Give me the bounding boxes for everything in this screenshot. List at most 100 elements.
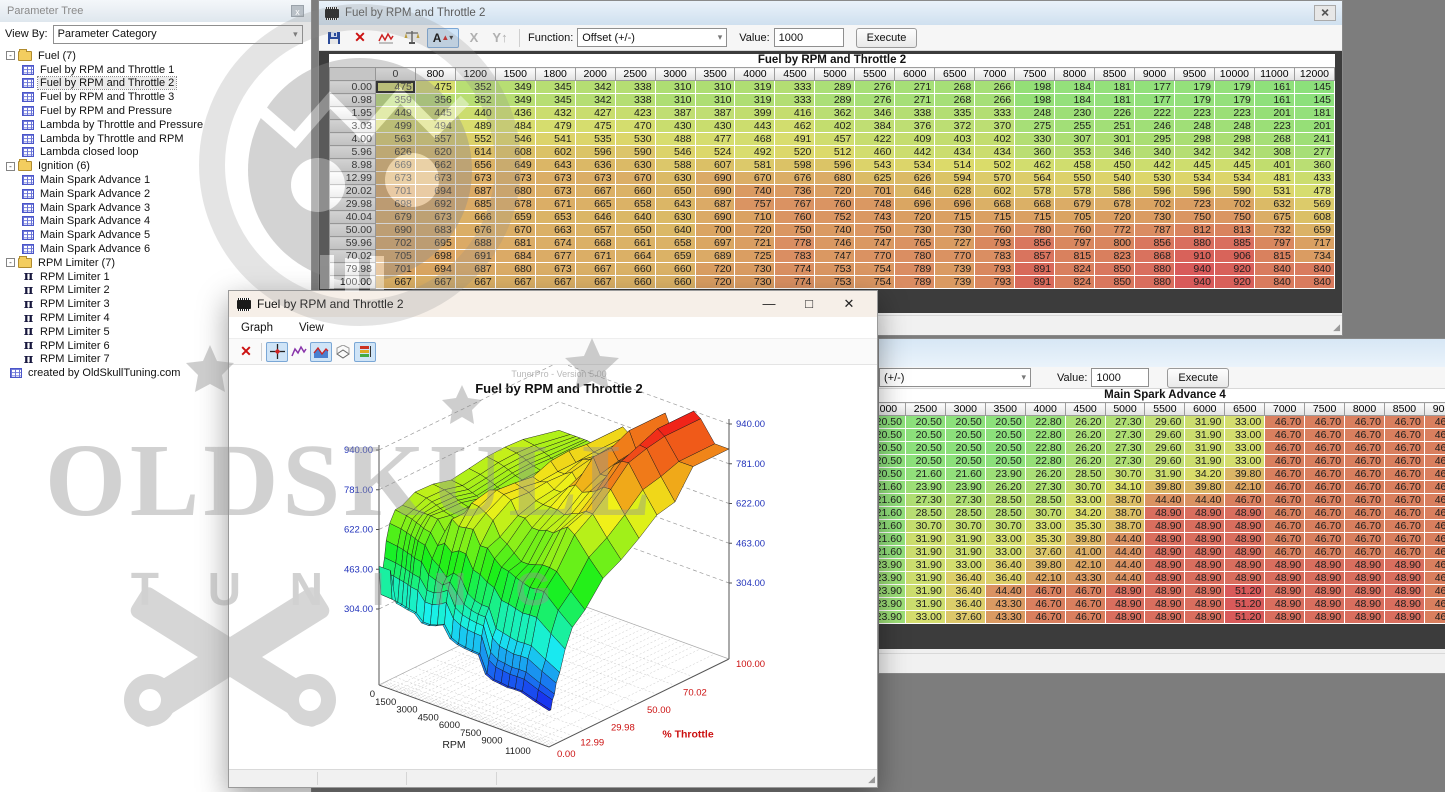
table-cell[interactable]: 20.50 bbox=[985, 455, 1025, 468]
table-cell[interactable]: 46.70 bbox=[1265, 429, 1305, 442]
table-cell[interactable]: 319 bbox=[735, 81, 775, 94]
table-cell[interactable]: 445 bbox=[1174, 159, 1214, 172]
function-select[interactable]: (+/-) ▾ bbox=[879, 368, 1031, 387]
column-header[interactable]: 7000 bbox=[1265, 403, 1305, 416]
table-cell[interactable]: 730 bbox=[935, 224, 975, 237]
table-cell[interactable]: 46.70 bbox=[1305, 520, 1345, 533]
table-cell[interactable]: 46.70 bbox=[1065, 611, 1105, 624]
table-cell[interactable]: 596 bbox=[575, 146, 615, 159]
table-cell[interactable]: 46.70 bbox=[1305, 468, 1345, 481]
table-cell[interactable]: 660 bbox=[615, 185, 655, 198]
table-cell[interactable]: 720 bbox=[695, 276, 735, 289]
table-cell[interactable]: 840 bbox=[1294, 263, 1334, 276]
table-cell[interactable]: 478 bbox=[1294, 185, 1334, 198]
table-cell[interactable]: 31.90 bbox=[905, 533, 945, 546]
table-cell[interactable]: 680 bbox=[815, 172, 855, 185]
table-cell[interactable]: 31.90 bbox=[905, 585, 945, 598]
table-cell[interactable]: 774 bbox=[775, 263, 815, 276]
table-cell[interactable]: 614 bbox=[455, 146, 495, 159]
table-cell[interactable]: 48.90 bbox=[1265, 598, 1305, 611]
resize-grip-icon[interactable]: ◢ bbox=[868, 774, 875, 785]
table-cell[interactable]: 734 bbox=[1294, 250, 1334, 263]
table-cell[interactable]: 26.20 bbox=[1065, 429, 1105, 442]
table-cell[interactable]: 34.20 bbox=[1065, 507, 1105, 520]
table-cell[interactable]: 684 bbox=[495, 250, 535, 263]
table-cell[interactable]: 46.70 bbox=[1424, 572, 1445, 585]
table-cell[interactable]: 51.20 bbox=[1225, 611, 1265, 624]
column-header[interactable]: 9000 bbox=[1424, 403, 1445, 416]
table-cell[interactable]: 23.90 bbox=[878, 598, 905, 611]
table-cell[interactable]: 31.90 bbox=[905, 546, 945, 559]
table-cell[interactable]: 46.70 bbox=[1424, 611, 1445, 624]
table-cell[interactable]: 673 bbox=[375, 172, 415, 185]
table-cell[interactable]: 384 bbox=[855, 120, 895, 133]
table-cell[interactable]: 222 bbox=[1135, 107, 1175, 120]
table-cell[interactable]: 376 bbox=[895, 120, 935, 133]
table-cell[interactable]: 48.90 bbox=[1305, 559, 1345, 572]
delete-icon[interactable]: ✕ bbox=[349, 28, 371, 48]
column-header[interactable]: 1500 bbox=[495, 68, 535, 81]
table-cell[interactable]: 33.00 bbox=[945, 559, 985, 572]
table-cell[interactable]: 342 bbox=[575, 94, 615, 107]
table-cell[interactable]: 46.70 bbox=[1265, 442, 1305, 455]
table-cell[interactable]: 30.70 bbox=[1065, 481, 1105, 494]
table-cell[interactable]: 21.60 bbox=[878, 507, 905, 520]
table-cell[interactable]: 23.90 bbox=[878, 559, 905, 572]
close-icon[interactable]: ❌︎ bbox=[1314, 5, 1336, 21]
row-header[interactable]: 29.98 bbox=[330, 198, 376, 211]
table-cell[interactable]: 20.50 bbox=[945, 442, 985, 455]
tree-item[interactable]: πRPM Limiter 1 bbox=[0, 270, 311, 284]
table-cell[interactable]: 48.90 bbox=[1225, 507, 1265, 520]
table-cell[interactable]: 46.70 bbox=[1305, 455, 1345, 468]
table-cell[interactable]: 793 bbox=[975, 237, 1015, 250]
column-header[interactable]: 4500 bbox=[775, 68, 815, 81]
table-cell[interactable]: 666 bbox=[455, 211, 495, 224]
table-cell[interactable]: 46.70 bbox=[1424, 481, 1445, 494]
table-cell[interactable]: 44.40 bbox=[1105, 572, 1145, 585]
table-cell[interactable]: 815 bbox=[1055, 250, 1095, 263]
table-cell[interactable]: 38.70 bbox=[1105, 494, 1145, 507]
table-cell[interactable]: 676 bbox=[455, 224, 495, 237]
table-cell[interactable]: 402 bbox=[815, 120, 855, 133]
table-cell[interactable]: 184 bbox=[1055, 94, 1095, 107]
table-cell[interactable]: 720 bbox=[895, 211, 935, 224]
tree-item[interactable]: Fuel by RPM and Throttle 2 bbox=[0, 77, 311, 91]
table-cell[interactable]: 720 bbox=[735, 224, 775, 237]
table-cell[interactable]: 747 bbox=[815, 250, 855, 263]
row-header[interactable]: 40.04 bbox=[330, 211, 376, 224]
table-cell[interactable]: 48.90 bbox=[1145, 546, 1185, 559]
table-cell[interactable]: 46.70 bbox=[1424, 598, 1445, 611]
scales-icon[interactable] bbox=[401, 28, 423, 48]
table-cell[interactable]: 43.30 bbox=[1065, 572, 1105, 585]
table-cell[interactable]: 430 bbox=[695, 120, 735, 133]
table-cell[interactable]: 673 bbox=[535, 263, 575, 276]
table-cell[interactable]: 44.40 bbox=[1105, 559, 1145, 572]
table-cell[interactable]: 345 bbox=[535, 94, 575, 107]
resize-grip-icon[interactable]: ◢ bbox=[1333, 322, 1340, 333]
delta-edit-icon[interactable]: A▲▾ bbox=[427, 28, 459, 48]
table-cell[interactable]: 678 bbox=[1095, 198, 1135, 211]
table-cell[interactable]: 48.90 bbox=[1185, 585, 1225, 598]
table-cell[interactable]: 409 bbox=[895, 133, 935, 146]
table-cell[interactable]: 667 bbox=[495, 276, 535, 289]
table-cell[interactable]: 676 bbox=[775, 172, 815, 185]
column-header[interactable]: 8000 bbox=[1345, 403, 1385, 416]
table-cell[interactable]: 248 bbox=[1214, 120, 1254, 133]
save-icon[interactable] bbox=[323, 28, 345, 48]
table-cell[interactable]: 31.90 bbox=[945, 546, 985, 559]
table-cell[interactable]: 20.50 bbox=[985, 416, 1025, 429]
table-cell[interactable]: 607 bbox=[695, 159, 735, 172]
table-cell[interactable]: 31.90 bbox=[905, 572, 945, 585]
table-cell[interactable]: 277 bbox=[1294, 146, 1334, 159]
table-cell[interactable]: 145 bbox=[1294, 81, 1334, 94]
table-cell[interactable]: 31.90 bbox=[905, 559, 945, 572]
column-header[interactable]: 6000 bbox=[895, 68, 935, 81]
table-cell[interactable]: 27.30 bbox=[905, 494, 945, 507]
table-cell[interactable]: 21.60 bbox=[878, 494, 905, 507]
graph-window-titlebar[interactable]: Fuel by RPM and Throttle 2 — □ ✕ bbox=[229, 291, 877, 317]
table-cell[interactable]: 310 bbox=[655, 94, 695, 107]
table-cell[interactable]: 520 bbox=[775, 146, 815, 159]
table-cell[interactable]: 46.70 bbox=[1424, 494, 1445, 507]
table-cell[interactable]: 920 bbox=[1214, 276, 1254, 289]
table-cell[interactable]: 46.70 bbox=[1345, 533, 1385, 546]
